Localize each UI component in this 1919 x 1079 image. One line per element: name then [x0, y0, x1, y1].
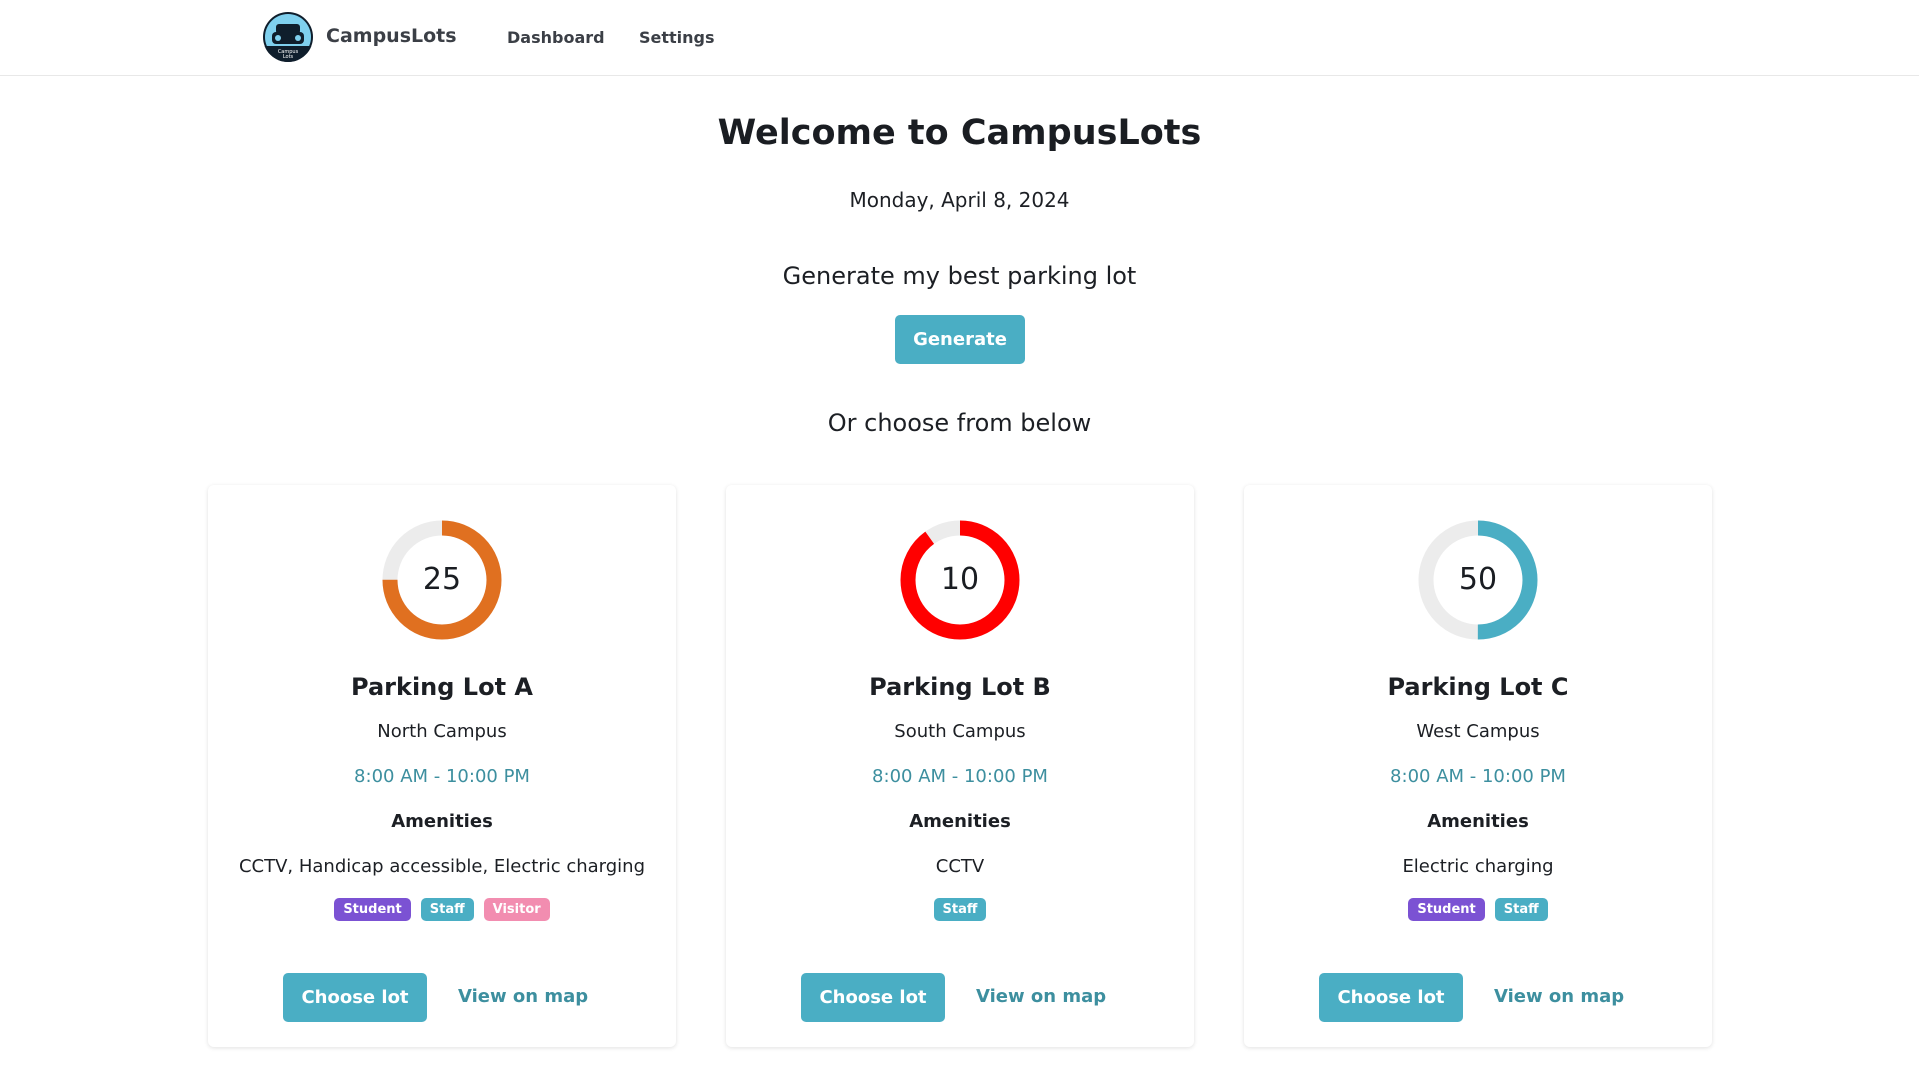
lot-hours: 8:00 AM - 10:00 PM — [872, 766, 1048, 787]
choose-prompt: Or choose from below — [827, 409, 1092, 437]
available-spots: 50 — [1458, 562, 1498, 597]
generate-button[interactable]: Generate — [895, 315, 1025, 364]
amenities-list: CCTV — [935, 856, 985, 877]
navbar: Campus Lots CampusLots Dashboard Setting… — [0, 0, 1919, 76]
brand-name[interactable]: CampusLots — [326, 25, 457, 47]
lot-campus: South Campus — [894, 721, 1026, 742]
page-title: Welcome to CampusLots — [717, 113, 1202, 153]
permit-badge: Student — [1408, 898, 1485, 921]
choose-lot-button[interactable]: Choose lot — [801, 973, 945, 1022]
car-logo-icon: Campus Lots — [263, 14, 313, 62]
permit-badges: Student Staff Visitor — [208, 898, 676, 921]
parking-lot-card: 25 Parking Lot A North Campus 8:00 AM - … — [208, 485, 676, 1047]
parking-lot-card: 50 Parking Lot C West Campus 8:00 AM - 1… — [1244, 485, 1712, 1047]
svg-text:Lots: Lots — [283, 54, 294, 60]
lot-name: Parking Lot C — [1387, 673, 1569, 701]
lot-campus: West Campus — [1416, 721, 1540, 742]
lot-hours: 8:00 AM - 10:00 PM — [1390, 766, 1566, 787]
generate-prompt: Generate my best parking lot — [782, 262, 1137, 290]
permit-badge: Staff — [1494, 898, 1548, 921]
nav-settings[interactable]: Settings — [639, 28, 715, 47]
amenities-heading: Amenities — [391, 811, 493, 832]
lot-campus: North Campus — [377, 721, 507, 742]
available-spots: 25 — [422, 562, 462, 597]
view-on-map-link[interactable]: View on map — [458, 986, 588, 1007]
view-on-map-link[interactable]: View on map — [976, 986, 1106, 1007]
current-date: Monday, April 8, 2024 — [849, 188, 1070, 212]
permit-badge: Staff — [420, 898, 474, 921]
choose-lot-button[interactable]: Choose lot — [283, 973, 427, 1022]
amenities-heading: Amenities — [909, 811, 1011, 832]
amenities-list: CCTV, Handicap accessible, Electric char… — [238, 856, 646, 877]
permit-badges: Student Staff — [1244, 898, 1712, 921]
nav-dashboard[interactable]: Dashboard — [507, 28, 605, 47]
permit-badge: Student — [334, 898, 411, 921]
parking-lot-card: 10 Parking Lot B South Campus 8:00 AM - … — [726, 485, 1194, 1047]
permit-badge: Staff — [933, 898, 987, 921]
amenities-list: Electric charging — [1402, 856, 1554, 877]
view-on-map-link[interactable]: View on map — [1494, 986, 1624, 1007]
amenities-heading: Amenities — [1427, 811, 1529, 832]
logo[interactable]: Campus Lots — [263, 12, 313, 62]
lot-name: Parking Lot B — [869, 673, 1051, 701]
choose-lot-button[interactable]: Choose lot — [1319, 973, 1463, 1022]
lot-name: Parking Lot A — [351, 673, 533, 701]
permit-badge: Visitor — [483, 898, 550, 921]
lot-hours: 8:00 AM - 10:00 PM — [354, 766, 530, 787]
permit-badges: Staff — [726, 898, 1194, 921]
available-spots: 10 — [940, 562, 980, 597]
